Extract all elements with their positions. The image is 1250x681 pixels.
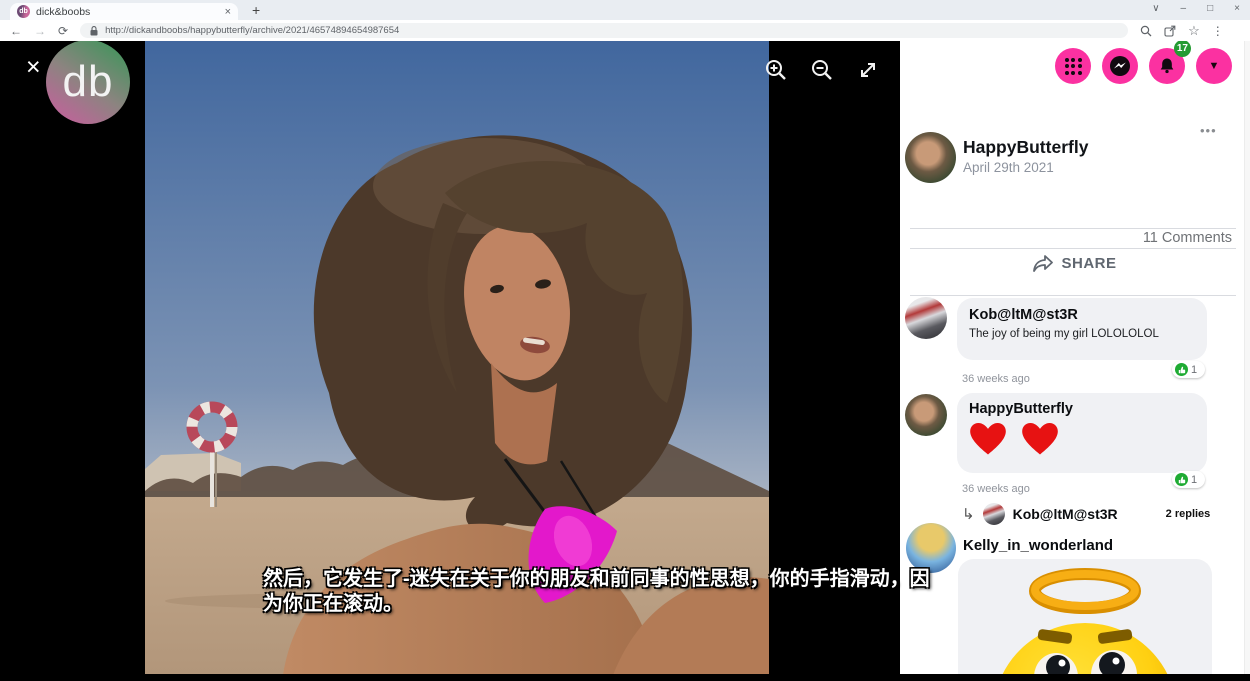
lightbox-close-icon[interactable]: × bbox=[26, 53, 41, 82]
window-chevron-icon[interactable]: ∨ bbox=[1152, 3, 1159, 14]
account-dropdown-button[interactable]: ▼ bbox=[1196, 48, 1232, 84]
site-logo[interactable]: db bbox=[46, 40, 130, 124]
tab-close-icon[interactable]: × bbox=[225, 6, 231, 18]
comment-avatar[interactable] bbox=[905, 297, 947, 339]
back-icon[interactable]: ← bbox=[10, 25, 22, 37]
letterbox-bar bbox=[0, 674, 1250, 681]
share-arrow-icon bbox=[1033, 255, 1053, 272]
messenger-icon bbox=[1109, 55, 1131, 77]
reply-count[interactable]: 2 replies bbox=[1166, 508, 1211, 520]
window-close-icon[interactable]: × bbox=[1234, 3, 1240, 14]
like-count: 1 bbox=[1191, 364, 1197, 376]
tab-strip: db dick&boobs × + ∨ – □ × bbox=[0, 0, 1250, 20]
share-button[interactable]: SHARE bbox=[900, 255, 1250, 272]
comment-author[interactable]: Kelly_in_wonderland bbox=[963, 537, 1113, 554]
reply-avatar bbox=[983, 503, 1005, 525]
divider bbox=[910, 228, 1236, 229]
bell-icon bbox=[1157, 56, 1177, 76]
new-tab-button[interactable]: + bbox=[252, 2, 260, 20]
like-badge[interactable]: 1 bbox=[1172, 361, 1205, 378]
messenger-button[interactable] bbox=[1102, 48, 1138, 84]
bookmark-star-icon[interactable]: ☆ bbox=[1188, 24, 1200, 37]
heart-emojis bbox=[969, 421, 1195, 457]
comment-author[interactable]: Kob@ltM@st3R bbox=[969, 307, 1195, 323]
thumbs-up-icon bbox=[1175, 363, 1188, 376]
subtitle-line-1: 然后，它发生了-迷失在关于你的朋友和前同事的性思想，你的手指滑动，因 bbox=[263, 567, 998, 592]
favicon-db: db bbox=[17, 5, 30, 18]
comment-time: 36 weeks ago bbox=[962, 483, 1030, 495]
subtitle-text: 然后，它发生了-迷失在关于你的朋友和前同事的性思想，你的手指滑动，因 为你正在滚… bbox=[263, 567, 998, 617]
comment-author[interactable]: HappyButterfly bbox=[969, 401, 1195, 417]
share-label: SHARE bbox=[1061, 255, 1116, 272]
browser-toolbar: ← → ⟳ http://dickandboobs/happybutterfly… bbox=[0, 20, 1250, 41]
zoom-page-icon[interactable] bbox=[1140, 25, 1152, 37]
thumbs-up-icon bbox=[1175, 473, 1188, 486]
divider bbox=[910, 295, 1236, 296]
comment-avatar[interactable] bbox=[905, 394, 947, 436]
heart-icon bbox=[969, 421, 1007, 457]
comment-text: The joy of being my girl LOLOLOLOL bbox=[969, 328, 1195, 340]
photo-viewer-controls bbox=[763, 57, 893, 83]
post-menu-icon[interactable]: ••• bbox=[1200, 123, 1217, 138]
zoom-in-icon[interactable] bbox=[763, 57, 789, 83]
chevron-down-icon: ▼ bbox=[1209, 60, 1220, 72]
account-actions: 17 ▼ bbox=[1055, 48, 1232, 84]
comment-bubble: Kob@ltM@st3R The joy of being my girl LO… bbox=[957, 298, 1207, 360]
post-author-name[interactable]: HappyButterfly bbox=[963, 137, 1088, 158]
zoom-out-icon[interactable] bbox=[809, 57, 835, 83]
reply-summary[interactable]: ↳ Kob@ltM@st3R 2 replies bbox=[962, 503, 1242, 525]
divider bbox=[910, 248, 1236, 249]
like-badge[interactable]: 1 bbox=[1172, 471, 1205, 488]
comment-time: 36 weeks ago bbox=[962, 373, 1030, 385]
reload-icon[interactable]: ⟳ bbox=[58, 25, 68, 37]
post-author-avatar[interactable] bbox=[905, 132, 956, 183]
share-page-icon[interactable] bbox=[1164, 25, 1176, 37]
tab-title: dick&boobs bbox=[36, 6, 219, 18]
browser-tab[interactable]: db dick&boobs × bbox=[10, 3, 238, 20]
like-count: 1 bbox=[1191, 474, 1197, 486]
panel-scrollbar[interactable] bbox=[1244, 41, 1250, 675]
apps-grid-icon bbox=[1065, 58, 1082, 75]
apps-grid-button[interactable] bbox=[1055, 48, 1091, 84]
window-minimize-icon[interactable]: – bbox=[1181, 3, 1187, 14]
browser-menu-icon[interactable]: ⋮ bbox=[1212, 25, 1224, 37]
reply-arrow-icon: ↳ bbox=[962, 505, 975, 523]
url-text: http://dickandboobs/happybutterfly/archi… bbox=[105, 25, 399, 36]
lock-icon bbox=[90, 26, 98, 36]
notifications-button[interactable]: 17 bbox=[1149, 48, 1185, 84]
heart-icon bbox=[1021, 421, 1059, 457]
window-restore-icon[interactable]: □ bbox=[1207, 3, 1213, 14]
comment-bubble: HappyButterfly bbox=[957, 393, 1207, 473]
browser-chrome: db dick&boobs × + ∨ – □ × ← → ⟳ http://d… bbox=[0, 0, 1250, 41]
comments-count[interactable]: 11 Comments bbox=[1143, 230, 1232, 246]
subtitle-line-2: 为你正在滚动。 bbox=[263, 592, 998, 617]
reply-author[interactable]: Kob@ltM@st3R bbox=[1013, 506, 1118, 522]
game-screen: db dick&boobs × + ∨ – □ × ← → ⟳ http://d… bbox=[0, 0, 1250, 681]
forward-icon[interactable]: → bbox=[34, 25, 46, 37]
notification-badge: 17 bbox=[1174, 41, 1191, 57]
fullscreen-icon[interactable] bbox=[855, 57, 881, 83]
url-bar[interactable]: http://dickandboobs/happybutterfly/archi… bbox=[80, 23, 1128, 38]
comment-avatar[interactable] bbox=[906, 523, 956, 573]
angel-emoji bbox=[964, 565, 1206, 675]
post-date: April 29th 2021 bbox=[963, 160, 1054, 175]
